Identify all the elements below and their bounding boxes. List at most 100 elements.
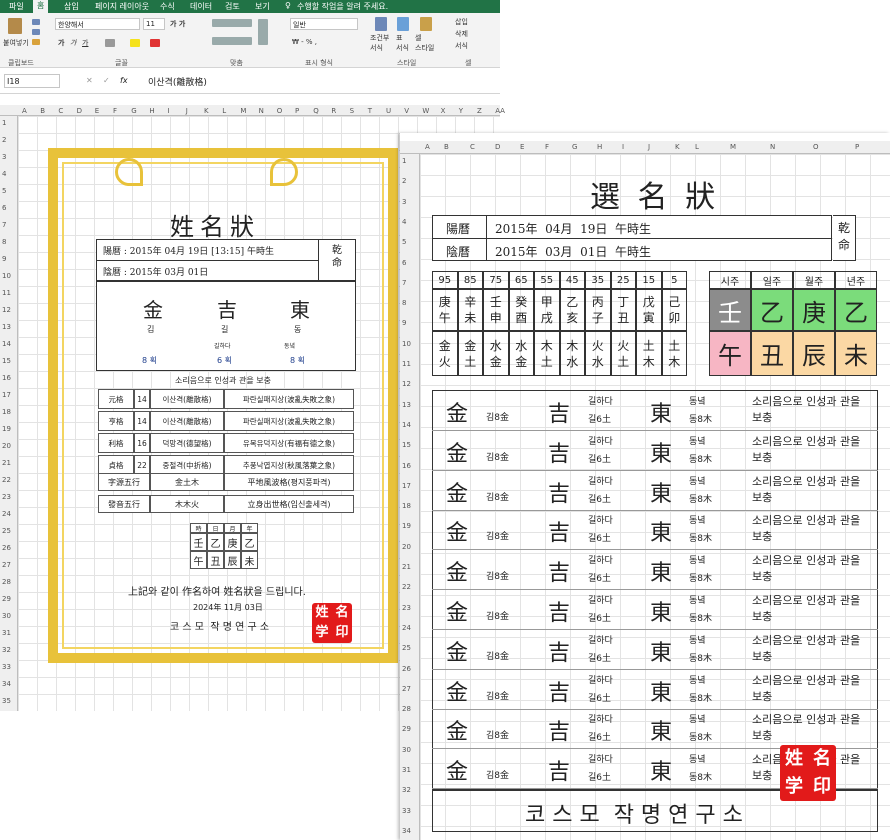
fx-icon[interactable]: fx: [120, 76, 128, 85]
column-header[interactable]: M: [240, 107, 246, 115]
insert-cells-button[interactable]: 삽입: [455, 17, 468, 27]
column-header[interactable]: H: [597, 143, 602, 151]
font-size-box[interactable]: 11: [143, 18, 165, 30]
row-header[interactable]: 6: [402, 259, 406, 267]
column-header[interactable]: F: [545, 143, 549, 151]
row-header[interactable]: 29: [2, 595, 11, 603]
fill-color-icon[interactable]: [130, 39, 140, 47]
tab-review[interactable]: 검토: [225, 1, 240, 12]
row-header[interactable]: 9: [402, 319, 406, 327]
paste-button[interactable]: 붙여넣기: [3, 38, 29, 48]
row-header[interactable]: 28: [402, 705, 411, 713]
copy-icon[interactable]: [32, 29, 40, 35]
row-header[interactable]: 25: [2, 527, 11, 535]
row-header[interactable]: 33: [402, 807, 411, 815]
row-header[interactable]: 21: [402, 563, 411, 571]
row-header[interactable]: 20: [402, 543, 411, 551]
conditional-format-button[interactable]: 조건부 서식: [370, 33, 389, 53]
column-header[interactable]: S: [350, 107, 354, 115]
column-header[interactable]: Z: [477, 107, 482, 115]
column-header[interactable]: D: [77, 107, 82, 115]
row-header[interactable]: 10: [2, 272, 11, 280]
column-header[interactable]: I: [622, 143, 624, 151]
row-header[interactable]: 17: [402, 482, 411, 490]
column-header[interactable]: P: [855, 143, 859, 151]
row-header[interactable]: 32: [402, 786, 411, 794]
row-header[interactable]: 13: [402, 401, 411, 409]
column-header[interactable]: G: [572, 143, 577, 151]
row-header[interactable]: 21: [2, 459, 11, 467]
row-header[interactable]: 5: [2, 187, 6, 195]
font-name-box[interactable]: 한양해서: [55, 18, 140, 30]
row-header[interactable]: 23: [2, 493, 11, 501]
border-icon[interactable]: [105, 39, 115, 47]
column-header[interactable]: U: [386, 107, 391, 115]
column-header[interactable]: P: [295, 107, 299, 115]
tab-formulas[interactable]: 수식: [160, 1, 175, 12]
column-header[interactable]: M: [730, 143, 736, 151]
row-header[interactable]: 26: [2, 544, 11, 552]
tell-me-box[interactable]: 수행할 작업을 알려 주세요.: [297, 1, 388, 12]
column-header[interactable]: N: [770, 143, 775, 151]
row-header[interactable]: 15: [2, 357, 11, 365]
row-header[interactable]: 3: [2, 153, 6, 161]
row-header[interactable]: 9: [2, 255, 6, 263]
column-header[interactable]: A: [22, 107, 27, 115]
format-cells-button[interactable]: 서식: [455, 41, 468, 51]
row-header[interactable]: 31: [2, 629, 11, 637]
paste-icon[interactable]: [8, 18, 22, 34]
row-header[interactable]: 11: [402, 360, 411, 368]
tab-file[interactable]: 파일: [9, 1, 24, 12]
column-header[interactable]: A: [425, 143, 430, 151]
row-header[interactable]: 34: [2, 680, 11, 688]
delete-cells-button[interactable]: 삭제: [455, 29, 468, 39]
tab-data[interactable]: 데이터: [190, 1, 212, 12]
column-header[interactable]: Q: [313, 107, 319, 115]
row-header[interactable]: 19: [2, 425, 11, 433]
column-header[interactable]: X: [441, 107, 446, 115]
row-header[interactable]: 22: [2, 476, 11, 484]
column-header[interactable]: K: [204, 107, 209, 115]
row-header[interactable]: 6: [2, 204, 6, 212]
row-header[interactable]: 14: [402, 421, 411, 429]
column-header[interactable]: O: [277, 107, 283, 115]
row-header[interactable]: 2: [2, 136, 6, 144]
row-header[interactable]: 18: [402, 502, 411, 510]
column-header[interactable]: T: [368, 107, 372, 115]
cell-style-icon[interactable]: [420, 17, 432, 31]
row-header[interactable]: 26: [402, 665, 411, 673]
column-header[interactable]: I: [168, 107, 170, 115]
column-header[interactable]: J: [648, 143, 650, 151]
row-header[interactable]: 2: [402, 177, 406, 185]
tab-page-layout[interactable]: 페이지 레이아웃: [95, 1, 149, 12]
column-header[interactable]: C: [58, 107, 63, 115]
row-header[interactable]: 30: [2, 612, 11, 620]
column-header[interactable]: G: [131, 107, 136, 115]
row-header[interactable]: 1: [402, 157, 406, 165]
column-header[interactable]: L: [222, 107, 226, 115]
row-header[interactable]: 16: [402, 462, 411, 470]
row-header[interactable]: 25: [402, 644, 411, 652]
name-box[interactable]: I18: [4, 74, 60, 88]
align-top-icons[interactable]: [212, 19, 252, 27]
row-header[interactable]: 16: [2, 374, 11, 382]
column-header[interactable]: V: [404, 107, 409, 115]
column-header[interactable]: K: [675, 143, 680, 151]
column-header[interactable]: O: [813, 143, 819, 151]
wrap-merge-icons[interactable]: [258, 19, 268, 45]
row-header[interactable]: 35: [2, 697, 11, 705]
row-header[interactable]: 30: [402, 746, 411, 754]
column-header[interactable]: AA: [495, 107, 505, 115]
cell-style-button[interactable]: 셀 스타일: [415, 33, 434, 53]
column-header[interactable]: W: [422, 107, 429, 115]
column-header[interactable]: J: [186, 107, 188, 115]
column-header[interactable]: N: [259, 107, 264, 115]
table-format-icon[interactable]: [397, 17, 409, 31]
tab-home[interactable]: 홈: [33, 0, 49, 13]
row-header[interactable]: 13: [2, 323, 11, 331]
column-header[interactable]: L: [695, 143, 699, 151]
row-header[interactable]: 12: [2, 306, 11, 314]
row-header[interactable]: 18: [2, 408, 11, 416]
column-header[interactable]: B: [40, 107, 45, 115]
row-header[interactable]: 15: [402, 441, 411, 449]
